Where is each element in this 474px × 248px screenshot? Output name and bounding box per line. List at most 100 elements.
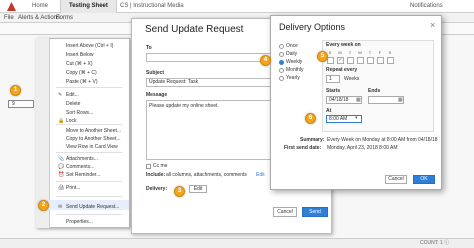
frequency-radio[interactable] [279,68,284,73]
summary-label: Summary: [300,137,325,143]
include-edit-link[interactable]: Edit [256,172,265,178]
context-menu-divider [56,152,122,153]
menu-alerts-actions[interactable]: Alerts & Actions [18,13,60,23]
starts-label: Starts [326,88,341,94]
frequency-radio[interactable] [279,44,284,49]
context-menu-item[interactable]: Edit... [66,91,126,99]
context-menu-item[interactable]: Comments... [66,163,126,171]
frequency-radio[interactable] [279,52,284,57]
frequency-label[interactable]: Once [286,43,298,49]
close-icon[interactable]: × [430,20,435,30]
day-checkbox[interactable] [347,57,354,64]
tab-home[interactable]: Home [24,0,56,13]
frequency-radio[interactable] [279,60,284,65]
day-checkbox[interactable]: ✓ [337,57,344,64]
context-menu-divider [56,124,122,125]
context-menu-icon: 🖨 [58,185,65,191]
tab-instructional-media[interactable]: CS | Instructional Media [112,0,192,13]
repeat-unit-label: Weeks [344,76,360,82]
context-menu-item[interactable]: Attachments... [66,155,126,163]
callout-3: 3 [174,186,185,197]
context-menu-item[interactable]: Properties... [66,218,126,226]
context-menu-item[interactable]: Move to Another Sheet... [66,127,126,135]
subject-label: Subject [146,70,165,76]
frequency-label[interactable]: Yearly [286,75,300,81]
chevron-down-icon[interactable]: ▾ [355,115,358,121]
status-bar [0,238,474,248]
context-menu-item[interactable]: Paste (⌘ + V) [66,78,126,86]
delivery-ok-button[interactable]: OK [413,175,435,184]
delivery-edit-button[interactable]: Edit [189,185,207,193]
day-checkbox[interactable] [387,57,394,64]
context-menu-item[interactable]: Sort Rows... [66,109,126,117]
context-menu-item[interactable]: Insert Below [66,51,126,59]
context-menu-item[interactable]: Delete [66,100,126,108]
send-button[interactable]: Send [302,207,328,217]
tab-testing-sheet[interactable]: Testing Sheet [60,0,117,13]
context-menu-icon: ✉ [58,204,63,210]
context-menu-item[interactable]: Send Update Request... [66,203,126,211]
context-menu-item[interactable]: Set Reminder... [66,171,126,179]
context-menu-icon: 📎 [58,156,65,162]
include-label: Include: [146,172,166,178]
callout-6: 6 [305,113,316,124]
first-send-label: First send date: [284,145,322,151]
calendar-icon[interactable]: ▦ [356,97,361,103]
message-label: Message [146,92,168,98]
send-cancel-button[interactable]: Cancel [273,207,297,217]
day-checkbox[interactable] [367,57,374,64]
context-menu-divider [56,196,122,197]
summary-value: Every Week on Monday at 8:00 AM from 04/… [327,137,438,143]
day-letter: T [368,50,372,55]
frequency-label[interactable]: Monthly [286,67,304,73]
day-letter: M [338,50,342,55]
repeat-every-label: Repeat every [326,67,358,73]
frequency-label[interactable]: Daily [286,51,297,57]
at-label: At [326,108,332,114]
day-letter: F [378,50,382,55]
context-menu-icon: ✎ [58,92,63,98]
context-menu-item[interactable]: Copy (⌘ + C) [66,69,126,77]
day-letter: T [348,50,352,55]
ends-label: Ends [368,88,381,94]
to-label: To [146,45,152,51]
context-menu-divider [56,181,122,182]
day-checkbox[interactable] [377,57,384,64]
every-week-on-label: Every week on [326,42,361,48]
selected-row-number[interactable]: 9 [8,100,34,108]
cc-me-checkbox[interactable] [146,164,151,169]
menu-forms[interactable]: Forms [56,13,73,23]
calendar-icon-ends[interactable]: ▦ [398,97,403,103]
status-count: COUNT: 1 ⓘ [420,240,450,246]
notifications-link[interactable]: Notifications [410,0,443,13]
frequency-radio[interactable] [279,76,284,81]
include-value: all columns, attachments, comments [166,172,247,178]
send-dialog-title: Send Update Request [145,24,244,35]
callout-5: 5 [317,51,328,62]
context-menu-item[interactable]: View Row in Card View [66,143,126,151]
day-letter: W [358,50,362,55]
context-menu-item[interactable]: Cut (⌘ + X) [66,60,126,68]
app-logo-icon[interactable] [7,2,16,11]
context-menu-divider [56,87,122,88]
callout-1: 1 [10,85,21,96]
delivery-label: Delivery: [146,186,168,192]
context-menu-icon: 💬 [58,164,65,170]
day-letter: S [388,50,392,55]
repeat-every-input[interactable]: 1 [326,75,340,83]
day-checkbox[interactable] [357,57,364,64]
delivery-dialog-title: Delivery Options [279,22,346,32]
context-menu-divider [56,214,122,215]
context-menu-item[interactable]: Print... [66,184,126,192]
callout-2: 2 [38,200,49,211]
menu-file[interactable]: File [4,13,14,23]
callout-4: 4 [260,55,271,66]
cc-me-label: Cc me [153,163,168,169]
context-menu-item[interactable]: Copy to Another Sheet... [66,135,126,143]
first-send-value: Monday, April 23, 2018 8:00 AM [327,145,398,151]
frequency-label[interactable]: Weekly [286,59,302,65]
delivery-cancel-button[interactable]: Cancel [385,175,407,184]
context-menu-item[interactable]: Insert Above (Ctrl + I) [66,42,126,50]
day-checkbox[interactable] [327,57,334,64]
context-menu-icon: ⏰ [58,172,65,178]
